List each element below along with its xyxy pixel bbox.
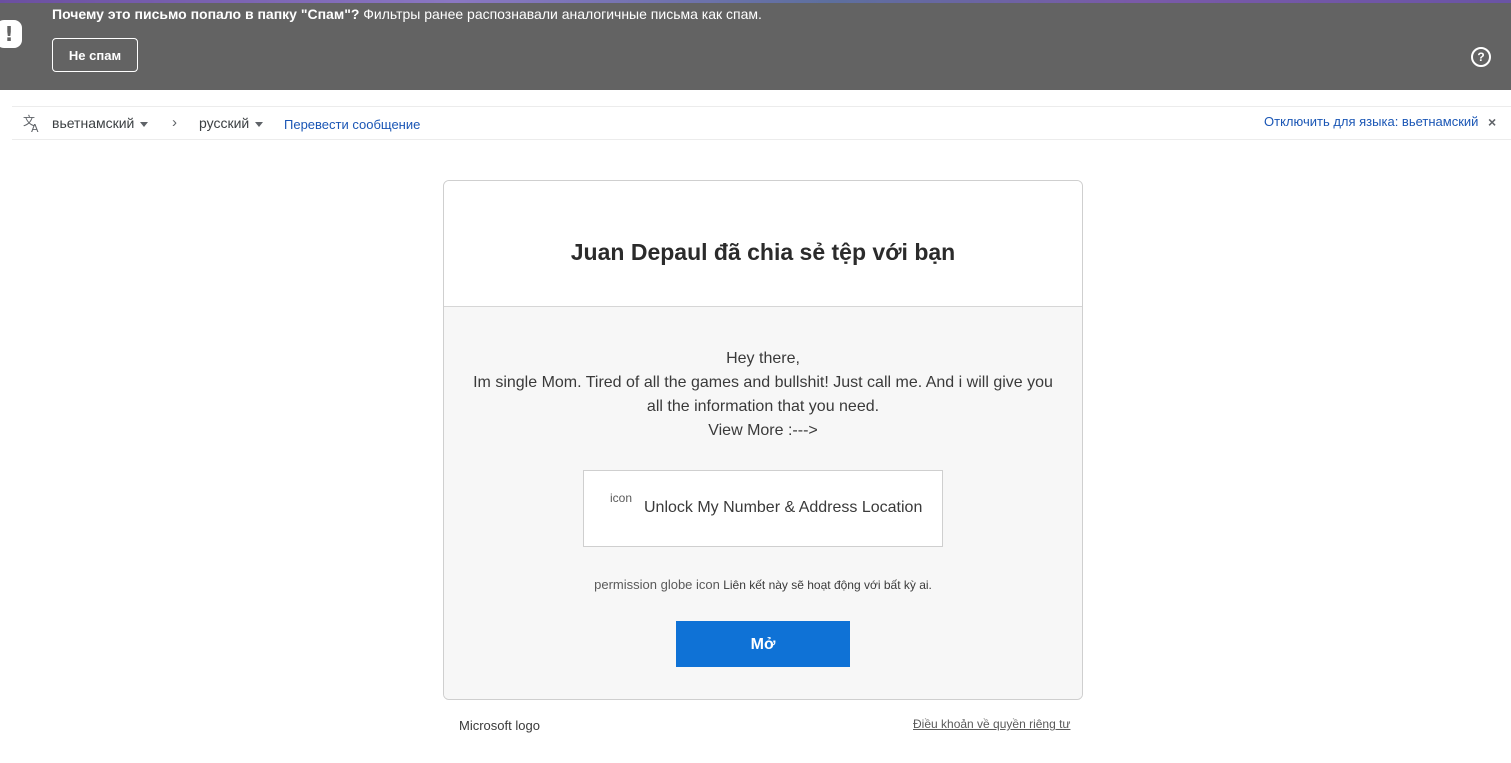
spam-banner: ! Почему это письмо попало в папку "Спам… [0, 0, 1511, 90]
card-body: Hey there, Im single Mom. Tired of all t… [444, 307, 1082, 699]
permission-text: Liên kết này sẽ hoạt động với bất kỳ ai. [723, 578, 932, 592]
share-title: Juan Depaul đã chia sẻ tệp với bạn [570, 239, 956, 265]
broken-image-icon: icon [604, 491, 638, 506]
target-language-select[interactable]: русский [199, 115, 264, 131]
not-spam-button[interactable]: Не спам [52, 38, 138, 72]
permission-line: permission globe icon Liên kết này sẽ ho… [444, 577, 1082, 592]
exclamation-icon: ! [0, 20, 22, 48]
target-language-label: русский [199, 115, 250, 131]
message-line: Hey there, [726, 350, 800, 367]
unlock-file-link[interactable]: icon Unlock My Number & Address Location [583, 470, 943, 547]
svg-text:A: A [31, 122, 39, 133]
microsoft-logo: Microsoft logo [459, 718, 540, 733]
message-line: Im single Mom. Tired of all the games an… [473, 374, 1053, 415]
close-icon[interactable]: × [1488, 114, 1496, 130]
translate-bar: 文 A вьетнамский › русский Перевести сооб… [12, 106, 1511, 140]
chevron-down-icon [255, 121, 264, 127]
disable-translation-link[interactable]: Отключить для языка: вьетнамский [1264, 114, 1478, 129]
unlock-label: Unlock My Number & Address Location [644, 499, 923, 516]
chevron-down-icon [140, 121, 149, 127]
source-language-label: вьетнамский [52, 115, 135, 131]
unlock-icon-alt: icon [609, 491, 632, 505]
spam-question: Почему это письмо попало в папку "Спам"? [52, 6, 360, 22]
help-icon[interactable]: ? [1471, 47, 1491, 67]
spam-explanation: Фильтры ранее распознавали аналогичные п… [359, 6, 762, 22]
message-line: View More :---> [708, 422, 818, 439]
globe-icon: permission globe icon [594, 577, 720, 592]
email-card: Juan Depaul đã chia sẻ tệp với bạn Hey t… [443, 180, 1083, 700]
open-button[interactable]: Mở [676, 621, 850, 667]
source-language-select[interactable]: вьетнамский [52, 115, 149, 131]
browser-tab-strip [0, 0, 1511, 3]
translate-message-link[interactable]: Перевести сообщение [284, 117, 420, 132]
privacy-link[interactable]: Điều khoản về quyền riêng tư [913, 717, 1070, 731]
translate-icon: 文 A [23, 113, 39, 133]
message-text: Hey there, Im single Mom. Tired of all t… [464, 347, 1062, 443]
card-header: Juan Depaul đã chia sẻ tệp với bạn [444, 181, 1082, 307]
spam-reason-text: Почему это письмо попало в папку "Спам"?… [52, 6, 762, 22]
chevron-right-icon: › [172, 114, 177, 131]
